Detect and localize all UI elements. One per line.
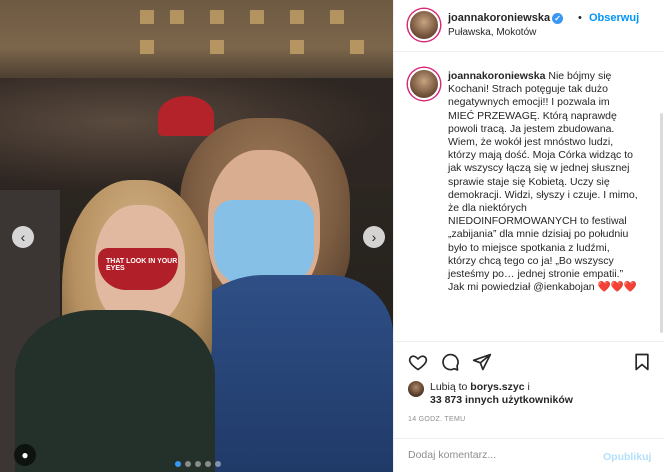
woman-coat [15,310,215,472]
red-umbrella [158,96,214,136]
heart-icon[interactable] [408,352,428,372]
verified-badge-icon: ✓ [552,12,564,24]
caption-text: joannakoroniewska Nie bójmy się Kochani!… [448,70,638,294]
caption-body: Nie bójmy się Kochani! Strach potęguje t… [448,70,638,294]
follow-button[interactable]: Obserwuj [589,12,639,24]
chevron-right-icon: › [371,229,377,245]
header-separator: • [578,12,582,24]
post-comment-button[interactable]: Opublikuj [603,451,651,463]
woman-face-mask: THAT LOOK IN YOUR EYES [98,248,178,290]
likes-text: Lubią to borys.szyc i 33 873 innych użyt… [430,381,573,407]
next-slide-button[interactable]: › [363,226,385,248]
comment-icon[interactable] [440,352,460,372]
likes-suffix: i [524,381,530,393]
carousel-dot [175,461,181,467]
comment-bar: Opublikuj [394,438,664,472]
post-side-panel: joannakoroniewska ✓ • Obserwuj Puławska, … [393,0,664,472]
post-timestamp[interactable]: 14 GODZ. TEMU [408,416,465,423]
post-actions [394,341,664,381]
post-header: joannakoroniewska ✓ • Obserwuj Puławska, … [394,0,664,52]
carousel-dot [215,461,221,467]
author-username-row: joannakoroniewska ✓ [448,12,564,24]
carousel-dot [185,461,191,467]
bookmark-icon[interactable] [632,352,652,372]
man-face-mask [214,200,314,286]
chevron-left-icon: ‹ [20,229,26,245]
person-icon: ● [21,448,29,462]
carousel-dot [205,461,211,467]
background-building [0,0,393,80]
comment-input[interactable] [408,449,588,461]
caption-username[interactable]: joannakoroniewska [448,70,545,82]
mask-text: THAT LOOK IN YOUR EYES [106,258,178,272]
likes-prefix: Lubią to [430,381,471,393]
author-avatar[interactable] [408,9,440,41]
liker-avatar[interactable] [408,381,424,397]
post-photo[interactable]: THAT LOOK IN YOUR EYES ‹ › ● [0,0,393,472]
caption-scrollbar[interactable] [660,113,663,333]
author-username[interactable]: joannakoroniewska [448,12,550,24]
liker-username[interactable]: borys.szyc [470,381,524,393]
post-location[interactable]: Puławska, Mokotów [448,27,536,38]
likes-count[interactable]: 33 873 innych użytkowników [430,394,573,406]
share-icon[interactable] [472,352,492,372]
caption-area[interactable]: joannakoroniewska Nie bójmy się Kochani!… [394,53,664,341]
caption-author-avatar[interactable] [408,68,440,100]
user-tags-button[interactable]: ● [14,444,36,466]
likes-summary: Lubią to borys.szyc i 33 873 innych użyt… [408,381,658,411]
carousel-indicator [175,461,221,467]
carousel-dot [195,461,201,467]
previous-slide-button[interactable]: ‹ [12,226,34,248]
